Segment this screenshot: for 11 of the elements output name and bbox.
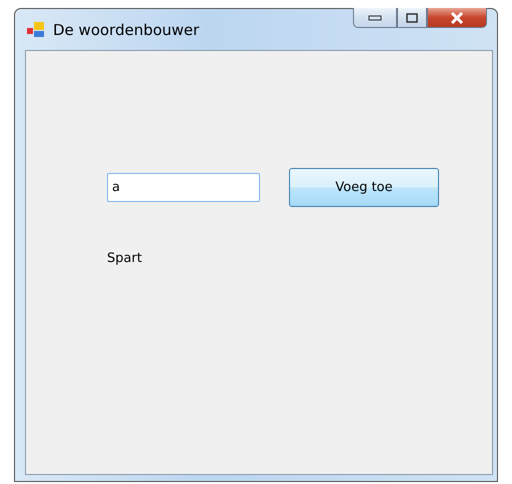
- close-button[interactable]: [427, 8, 487, 28]
- minimize-icon: [368, 14, 382, 20]
- maximize-icon: [406, 12, 418, 22]
- word-input-field[interactable]: a: [107, 173, 260, 202]
- window-title: De woordenbouwer: [53, 20, 200, 38]
- result-label: Spart: [107, 251, 142, 266]
- add-button[interactable]: Voeg toe: [289, 168, 439, 207]
- close-icon: [449, 12, 465, 24]
- maximize-button[interactable]: [397, 8, 427, 28]
- app-icon: [27, 22, 45, 38]
- minimize-button[interactable]: [353, 8, 397, 28]
